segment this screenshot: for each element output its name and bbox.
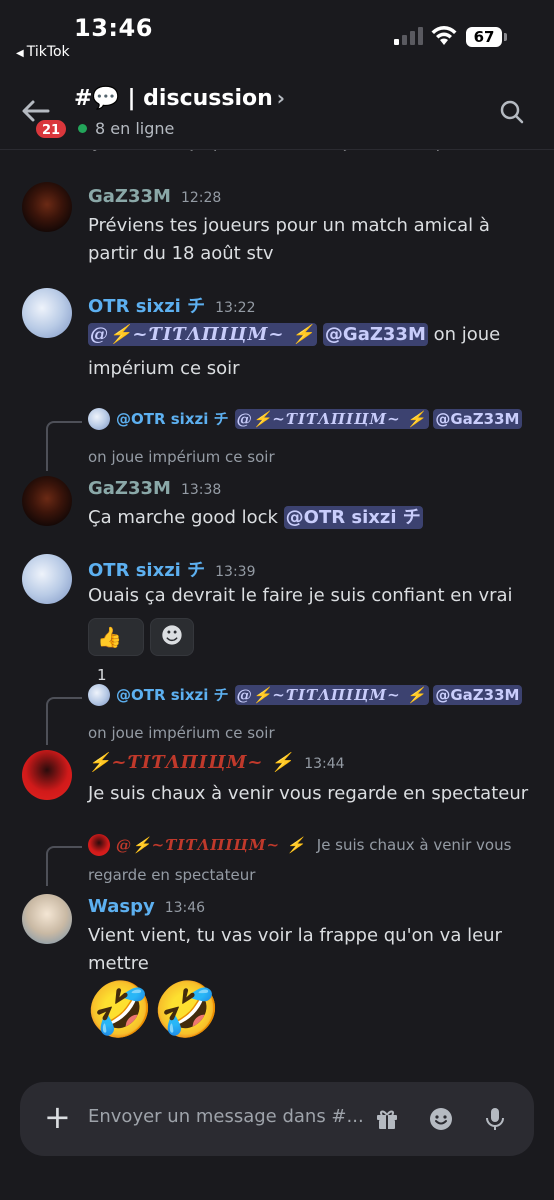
author-name[interactable]: OTR sixzi チ 13:39 xyxy=(88,556,255,582)
mention[interactable]: @GaZ33M xyxy=(322,323,428,346)
chevron-right-icon: › xyxy=(276,86,286,110)
rofl-emoji: 🤣🤣 xyxy=(86,978,221,1041)
back-triangle-icon: ◀ xyxy=(16,48,24,59)
message-text-span: Ça marche good lock xyxy=(88,507,278,528)
avatar[interactable] xyxy=(22,750,72,800)
add-reaction-button[interactable]: ☻ xyxy=(150,618,194,656)
message-list[interactable]: Ça marche je préviens mais joueur ou pas… xyxy=(0,140,554,1070)
online-dot-icon xyxy=(78,124,87,133)
reply-mention: @⚡~ƬIƬΛПIЦM~ ⚡ xyxy=(234,685,429,705)
message-text: Vient vient, tu vas voir la frappe qu'on… xyxy=(88,925,502,974)
reply-preview[interactable]: @⚡~ƬIƬΛПIЦM~ ⚡ Je suis chaux à venir vou… xyxy=(88,834,511,856)
online-count: 8 en ligne xyxy=(78,119,174,138)
message-text: Préviens tes joueurs pour un match amica… xyxy=(88,215,490,264)
message-text: Ouais ça devrait le faire je suis confia… xyxy=(88,585,513,606)
thumbs-up-icon: 👍 xyxy=(97,625,122,649)
microphone-icon[interactable] xyxy=(482,1106,508,1132)
reply-author: @OTR sixzi チ xyxy=(116,686,229,704)
timestamp: 13:44 xyxy=(304,756,345,772)
timestamp: 13:39 xyxy=(215,564,256,580)
reply-author: @⚡~ƬIƬΛПIЦM~ ⚡ xyxy=(116,836,306,854)
reply-mention: @⚡~ƬIƬΛПIЦM~ ⚡ xyxy=(234,409,429,429)
author-label: OTR sixzi チ xyxy=(88,296,206,317)
emoji-icon[interactable] xyxy=(428,1106,454,1132)
timestamp: 13:46 xyxy=(164,900,206,916)
smiley-icon: ☻ xyxy=(160,624,184,649)
avatar[interactable] xyxy=(22,182,72,232)
timestamp: 13:38 xyxy=(180,482,222,498)
battery-tip xyxy=(504,33,507,41)
gift-icon[interactable] xyxy=(374,1106,400,1132)
reply-preview[interactable]: @OTR sixzi チ @⚡~ƬIƬΛПIЦM~ ⚡ @GaZ33M xyxy=(88,408,522,430)
mention[interactable]: @OTR sixzi チ xyxy=(283,506,423,529)
back-to-app-link[interactable]: ◀ TikTok xyxy=(16,44,70,60)
cell-signal-icon xyxy=(394,27,424,45)
author-label: GaZ33M xyxy=(88,186,171,207)
unread-badge: 21 xyxy=(34,118,69,140)
reply-text: Je suis chaux à venir vous xyxy=(316,836,512,854)
author-label: Waspy xyxy=(88,896,155,917)
message-text: @⚡~ƬIƬΛПIЦM~ ⚡ @GaZ33M on joue impérium … xyxy=(88,318,534,386)
channel-header: 21 #💬 | discussion › 8 en ligne xyxy=(0,72,554,150)
reply-spine xyxy=(46,421,82,471)
message-text: Ça marche good lock @OTR sixzi チ xyxy=(88,504,534,532)
reply-mention: @GaZ33M xyxy=(433,409,522,429)
author-name[interactable]: GaZ33M 12:28 xyxy=(88,186,221,207)
message-item: OTR sixzi チ 13:39 Ouais ça devrait le fai… xyxy=(0,554,554,684)
message-item: GaZ33M 12:28 Préviens tes joueurs pour un… xyxy=(0,182,554,272)
message-composer: + Envoyer un message dans #... xyxy=(20,1082,534,1156)
avatar[interactable] xyxy=(22,288,72,338)
message-text: Je suis chaux à venir vous regarde en sp… xyxy=(88,783,529,804)
back-app-label: TikTok xyxy=(26,44,70,60)
search-icon[interactable] xyxy=(498,98,526,126)
author-name[interactable]: OTR sixzi チ 13:22 xyxy=(88,292,255,318)
avatar[interactable] xyxy=(22,554,72,604)
author-name[interactable]: GaZ33M 13:38 xyxy=(88,478,221,499)
reply-avatar xyxy=(88,834,110,856)
message-item: OTR sixzi チ 13:22 @⚡~ƬIƬΛПIЦM~ ⚡ @GaZ33M … xyxy=(0,288,554,388)
message-item-reply: @⚡~ƬIƬΛПIЦM~ ⚡ Je suis chaux à venir vou… xyxy=(0,832,554,1052)
reply-author: @OTR sixzi チ xyxy=(116,410,229,428)
reply-avatar xyxy=(88,408,110,430)
message-item-reply: @OTR sixzi チ @⚡~ƬIƬΛПIЦM~ ⚡ @GaZ33M on jo… xyxy=(0,680,554,810)
mention[interactable]: @⚡~ƬIƬΛПIЦM~ ⚡ xyxy=(88,323,318,346)
author-name[interactable]: ⚡~ƬIƬΛПIЦM~ ⚡ 13:44 xyxy=(88,752,345,773)
plus-icon[interactable]: + xyxy=(44,1101,71,1133)
reply-preview[interactable]: @OTR sixzi チ @⚡~ƬIƬΛПIЦM~ ⚡ @GaZ33M xyxy=(88,684,522,706)
message-input[interactable]: Envoyer un message dans #... xyxy=(88,1106,364,1127)
clock: 13:46 xyxy=(74,14,153,42)
reply-text: on joue impérium ce soir xyxy=(88,724,275,742)
wifi-icon xyxy=(431,26,457,45)
reply-text: on joue impérium ce soir xyxy=(88,448,275,466)
battery-indicator: 67 xyxy=(466,27,502,47)
timestamp: 12:28 xyxy=(180,190,222,206)
channel-title[interactable]: #💬 | discussion › xyxy=(74,86,285,111)
reaction-thumbs-up[interactable]: 👍 1 xyxy=(88,618,144,684)
reply-text: regarde en spectateur xyxy=(88,866,256,884)
online-count-label: 8 en ligne xyxy=(95,119,175,138)
status-bar: 13:46 ◀ TikTok 67 xyxy=(0,0,554,64)
channel-name: #💬 | discussion xyxy=(74,86,273,111)
reply-spine xyxy=(46,697,82,745)
reply-spine xyxy=(46,846,82,886)
author-label: ⚡~ƬIƬΛПIЦM~ ⚡ xyxy=(88,752,295,773)
reply-avatar xyxy=(88,684,110,706)
avatar[interactable] xyxy=(22,476,72,526)
author-label: OTR sixzi チ xyxy=(88,560,206,581)
timestamp: 13:22 xyxy=(215,300,256,316)
message-item-reply: @OTR sixzi チ @⚡~ƬIƬΛПIЦM~ ⚡ @GaZ33M on jo… xyxy=(0,404,554,534)
author-label: GaZ33M xyxy=(88,478,171,499)
author-name[interactable]: Waspy 13:46 xyxy=(88,896,205,917)
reply-mention: @GaZ33M xyxy=(433,685,522,705)
avatar[interactable] xyxy=(22,894,72,944)
